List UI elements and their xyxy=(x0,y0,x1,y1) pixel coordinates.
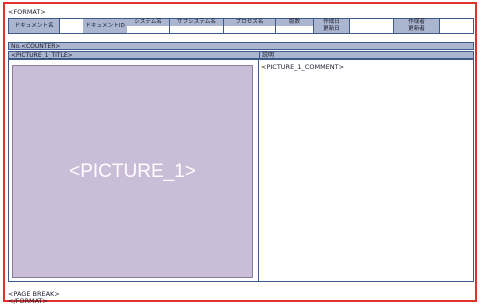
counter-row: No.<COUNTER> xyxy=(8,42,474,50)
picture-comment-text: <PICTURE_1_COMMENT> xyxy=(261,63,345,71)
document-id-label: ドキュメントID xyxy=(83,19,127,33)
updated-date-value[interactable] xyxy=(349,26,393,33)
updater-label: 更新者 xyxy=(393,26,439,33)
version-label: 版数 xyxy=(275,19,313,26)
document-name-value[interactable] xyxy=(59,19,83,33)
format-close-tag: </FORMAT> xyxy=(8,297,48,305)
system-name-label: システム名 xyxy=(127,19,169,26)
document-name-label: ドキュメント名 xyxy=(9,19,59,33)
version-value[interactable] xyxy=(275,26,313,33)
updater-value[interactable] xyxy=(439,26,473,33)
updated-date-label: 更新日 xyxy=(313,26,349,33)
author-value[interactable] xyxy=(439,19,473,26)
created-date-value[interactable] xyxy=(349,19,393,26)
comment-panel[interactable]: <PICTURE_1_COMMENT> xyxy=(258,59,474,282)
picture-placeholder[interactable]: <PICTURE_1> xyxy=(12,65,253,278)
format-open-tag: <FORMAT> xyxy=(8,8,46,16)
process-name-value[interactable] xyxy=(223,26,275,33)
picture-placeholder-label: <PICTURE_1> xyxy=(69,160,196,182)
document-header-table: ドキュメント名 ドキュメントID システム名 サブシステム名 プロセス名 版数 … xyxy=(8,18,474,34)
document-page: <FORMAT> ドキュメント名 ドキュメントID システム名 サブシステム名 … xyxy=(0,0,483,307)
subsystem-name-value[interactable] xyxy=(169,26,223,33)
created-date-label: 作成日 xyxy=(313,19,349,26)
process-name-label: プロセス名 xyxy=(223,19,275,26)
system-name-value[interactable] xyxy=(127,26,169,33)
title-row: <PICTURE_1_TITLE> 説明 xyxy=(8,51,474,59)
counter-label: No.<COUNTER> xyxy=(11,43,61,50)
subsystem-name-label: サブシステム名 xyxy=(169,19,223,26)
author-label: 作成者 xyxy=(393,19,439,26)
